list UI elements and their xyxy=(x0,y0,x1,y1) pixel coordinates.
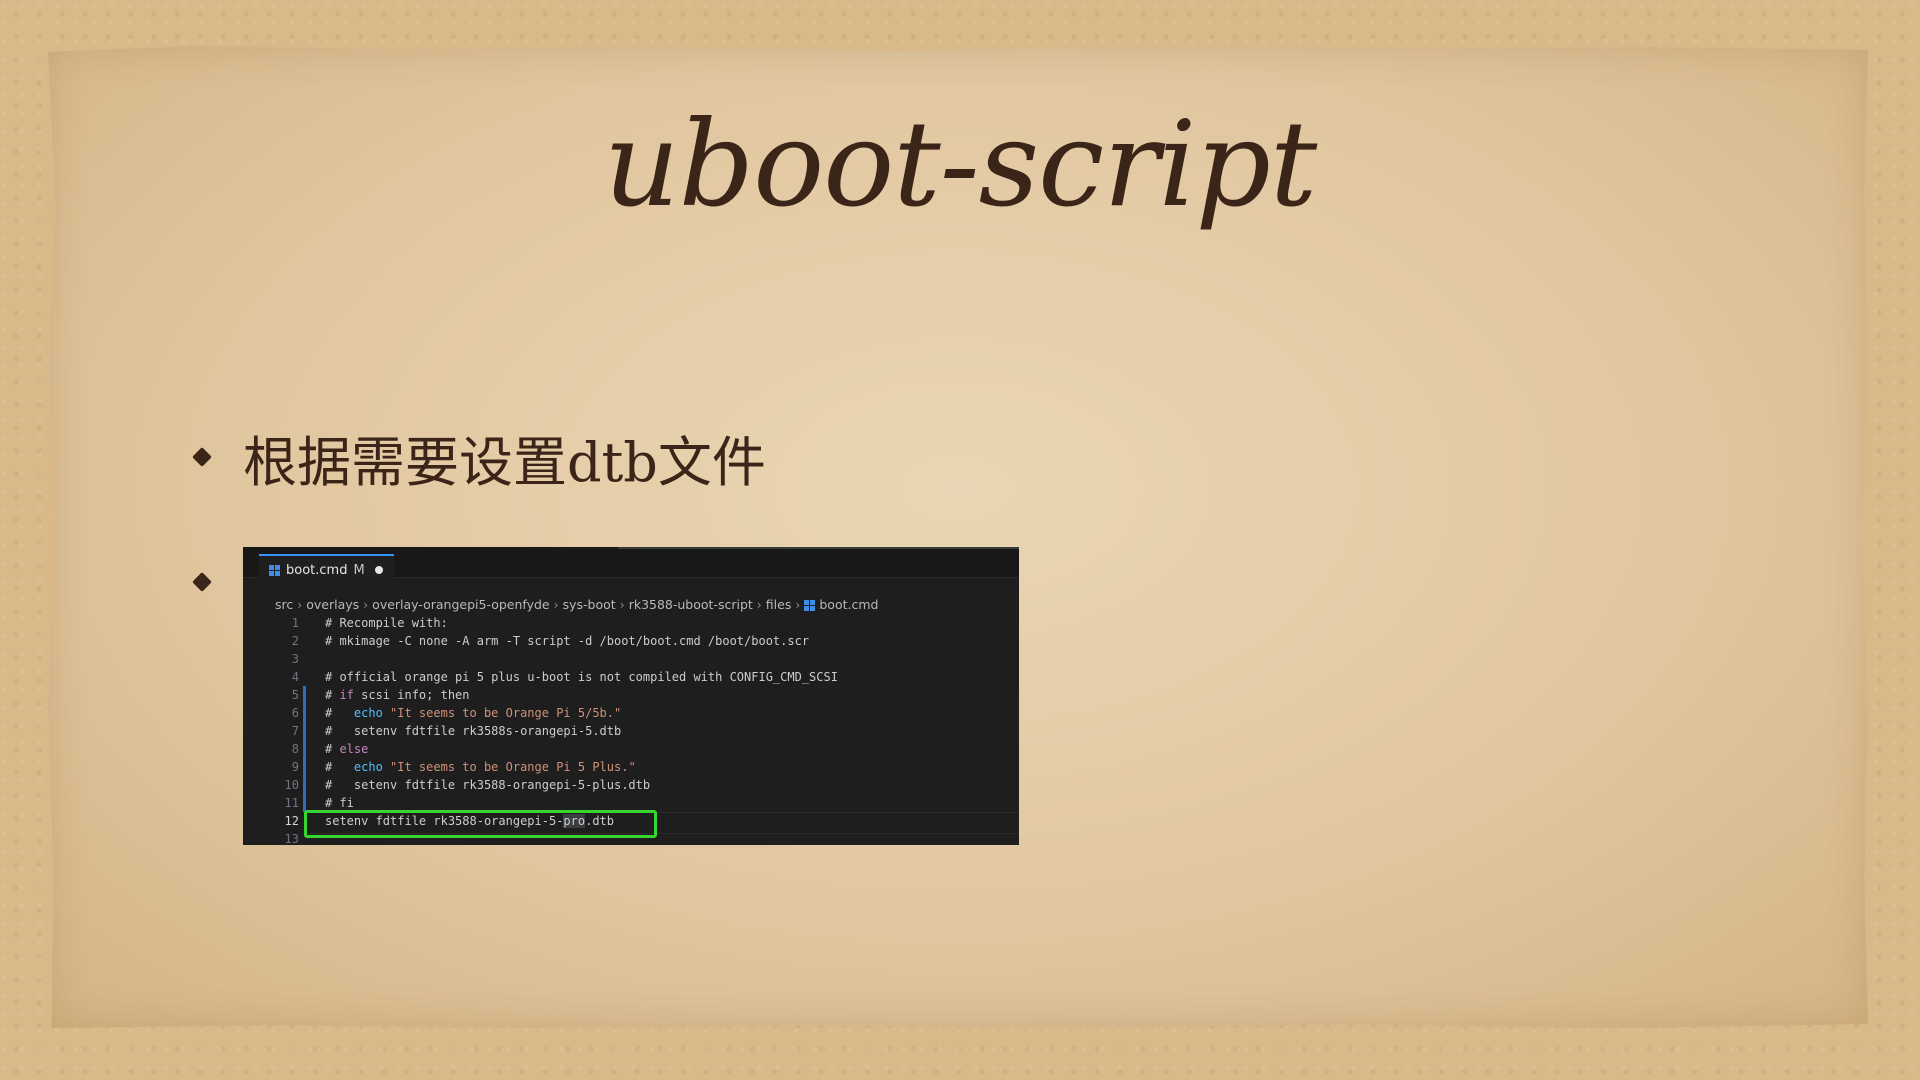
code-token: # official orange pi 5 plus u-boot is no… xyxy=(325,670,838,684)
code-line[interactable]: 10 # setenv fdtfile rk3588-orangepi-5-plu… xyxy=(243,776,1019,794)
breadcrumb-item[interactable]: files xyxy=(766,597,792,612)
code-text: # if scsi info; then xyxy=(325,686,470,704)
code-token: # xyxy=(325,688,340,702)
tab-boot-cmd[interactable]: boot.cmd M xyxy=(259,554,394,584)
code-text: # else xyxy=(325,740,368,758)
code-token: # mkimage -C none -A arm -T script -d /b… xyxy=(325,634,810,648)
git-change-gutter-marker xyxy=(303,758,306,776)
code-token: # setenv fdtfile rk3588-orangepi-5-plus.… xyxy=(325,778,651,792)
git-change-gutter-marker xyxy=(303,776,306,794)
breadcrumb-separator-icon: › xyxy=(553,597,559,612)
code-text: # echo "It seems to be Orange Pi 5 Plus.… xyxy=(325,758,636,776)
code-line[interactable]: 9 # echo "It seems to be Orange Pi 5 Plus… xyxy=(243,758,1019,776)
git-change-gutter-marker xyxy=(303,686,306,704)
breadcrumb-separator-icon: › xyxy=(756,597,762,612)
line-number: 7 xyxy=(291,724,299,738)
line-number: 3 xyxy=(291,652,299,666)
code-line[interactable]: 1 # Recompile with: xyxy=(243,614,1019,632)
highlight-box xyxy=(304,810,657,838)
git-change-gutter-marker xyxy=(303,704,306,722)
code-text: # mkimage -C none -A arm -T script -d /b… xyxy=(325,632,809,650)
code-text: # official orange pi 5 plus u-boot is no… xyxy=(325,668,838,686)
breadcrumb-item[interactable]: overlays xyxy=(306,597,359,612)
code-token: if xyxy=(339,688,354,702)
windows-file-icon xyxy=(804,600,816,611)
bullet-text-1: 根据需要设置dtb文件 xyxy=(243,431,766,494)
tab-modified-status: M xyxy=(353,562,365,578)
code-line[interactable]: 7 # setenv fdtfile rk3588s-orangepi-5.dtb xyxy=(243,722,1019,740)
breadcrumb-separator-icon: › xyxy=(619,597,625,612)
line-number: 13 xyxy=(284,832,299,845)
line-number: 5 xyxy=(291,688,299,702)
line-number: 12 xyxy=(284,814,299,828)
code-token: else xyxy=(339,742,369,756)
code-token: # fi xyxy=(325,796,354,810)
code-token: # xyxy=(325,760,354,774)
line-number: 8 xyxy=(291,742,299,756)
code-text: # Recompile with: xyxy=(325,614,448,632)
code-text: # echo "It seems to be Orange Pi 5/5b." xyxy=(325,704,621,722)
code-line[interactable]: 3 xyxy=(243,650,1019,668)
code-token: scsi info; then xyxy=(353,688,470,702)
editor-tab-bar: boot.cmd M xyxy=(243,547,1019,584)
code-line[interactable]: 4 # official orange pi 5 plus u-boot is n… xyxy=(243,668,1019,686)
code-token: # xyxy=(325,742,340,756)
code-line[interactable]: 2 # mkimage -C none -A arm -T script -d /… xyxy=(243,632,1019,650)
slide-title: uboot-script xyxy=(603,95,1318,233)
windows-file-icon xyxy=(269,564,280,576)
code-editor-screenshot: boot.cmd M src › overlays › overlay-orangepi… xyxy=(243,547,1019,845)
code-line[interactable]: 6 # echo "It seems to be Orange Pi 5/5b." xyxy=(243,704,1019,722)
tab-label: boot.cmd xyxy=(286,562,348,578)
line-number: 1 xyxy=(291,616,299,630)
breadcrumb-item[interactable]: sys-boot xyxy=(563,597,616,612)
line-number: 9 xyxy=(291,760,299,774)
code-token: echo xyxy=(353,760,383,774)
tab-bar-divider xyxy=(618,547,1019,549)
code-token: # xyxy=(325,706,354,720)
line-number: 2 xyxy=(291,634,299,648)
line-number: 10 xyxy=(284,778,299,792)
code-text: # setenv fdtfile rk3588s-orangepi-5.dtb xyxy=(325,722,621,740)
code-token: # setenv fdtfile rk3588s-orangepi-5.dtb xyxy=(325,724,622,738)
git-change-gutter-marker xyxy=(303,740,306,758)
code-token: # Recompile with: xyxy=(325,616,448,630)
code-token: echo xyxy=(353,706,383,720)
unsaved-dot-icon[interactable] xyxy=(374,566,383,574)
breadcrumb: src › overlays › overlay-orangepi5-openfyde ›… xyxy=(275,597,878,612)
code-line[interactable]: 8 # else xyxy=(243,740,1019,758)
line-number: 11 xyxy=(284,796,299,810)
line-number: 6 xyxy=(291,706,299,720)
git-change-gutter-marker xyxy=(303,722,306,740)
breadcrumb-separator-icon: › xyxy=(795,597,801,612)
breadcrumb-item[interactable]: overlay-orangepi5-openfyde xyxy=(372,597,549,612)
code-token: "It seems to be Orange Pi 5/5b." xyxy=(382,706,622,720)
breadcrumb-item[interactable]: rk3588-uboot-script xyxy=(629,597,753,612)
code-token: "It seems to be Orange Pi 5 Plus." xyxy=(382,760,636,774)
breadcrumb-separator-icon: › xyxy=(363,597,369,612)
code-text: # setenv fdtfile rk3588-orangepi-5-plus.… xyxy=(325,776,650,794)
line-number: 4 xyxy=(291,670,299,684)
breadcrumb-item[interactable]: boot.cmd xyxy=(819,597,878,612)
code-line[interactable]: 5 # if scsi info; then xyxy=(243,686,1019,704)
breadcrumb-separator-icon: › xyxy=(297,597,303,612)
breadcrumb-item[interactable]: src xyxy=(275,597,293,612)
